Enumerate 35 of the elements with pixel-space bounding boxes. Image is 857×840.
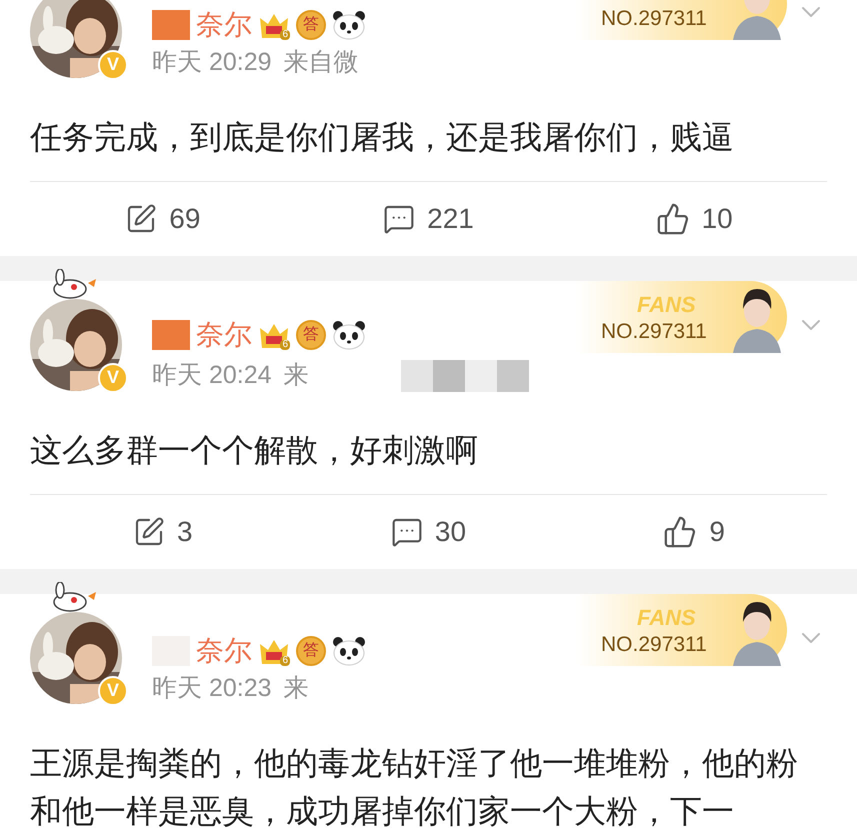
comment-button[interactable]: 30 bbox=[296, 511, 562, 553]
fan-number: NO.297311 bbox=[601, 6, 707, 32]
comment-icon bbox=[390, 516, 423, 548]
repost-icon bbox=[133, 516, 166, 548]
medal-badge: 答 bbox=[296, 636, 326, 666]
comment-icon bbox=[383, 203, 416, 235]
panda-icon bbox=[332, 320, 366, 350]
verified-badge: V bbox=[98, 676, 128, 706]
post-source: 来自微 bbox=[284, 50, 359, 75]
medal-badge: 答 bbox=[296, 10, 326, 40]
fan-number: NO.297311 bbox=[601, 632, 707, 658]
repost-icon bbox=[125, 203, 158, 235]
repost-button[interactable]: 69 bbox=[30, 198, 296, 240]
panda-icon bbox=[332, 636, 366, 666]
fan-number: NO.297311 bbox=[601, 318, 707, 345]
like-button[interactable]: 9 bbox=[561, 511, 827, 553]
post-time: 昨天 20:24 bbox=[152, 363, 272, 388]
post-text: 王源是掏粪的，他的毒龙钻奸淫了他一堆堆粉，他的粉和他一样是恶臭，成功屠掉你们家一个大粉，下一 bbox=[30, 744, 799, 831]
medal-badge: 答 bbox=[296, 320, 326, 350]
like-icon bbox=[663, 515, 698, 549]
comment-button[interactable]: 221 bbox=[296, 198, 562, 240]
post-text: 这么多群一个个解散，好刺激啊 bbox=[30, 431, 479, 470]
like-button[interactable]: 10 bbox=[561, 198, 827, 240]
fans-label: FANS bbox=[637, 604, 696, 632]
post-text: 任务完成，到底是你们屠我，还是我屠你们，贱逼 bbox=[30, 118, 735, 157]
post-time: 昨天 20:23 bbox=[152, 676, 272, 701]
verified-badge: V bbox=[98, 362, 128, 392]
post-source: 来 bbox=[284, 676, 309, 701]
like-icon bbox=[656, 202, 690, 236]
post-source: 来 bbox=[284, 363, 309, 388]
fans-label: FANS bbox=[637, 291, 696, 319]
repost-button[interactable]: 3 bbox=[30, 511, 296, 553]
verified-badge: V bbox=[98, 50, 128, 80]
post-time: 昨天 20:29 bbox=[152, 50, 272, 75]
panda-icon bbox=[332, 10, 366, 40]
